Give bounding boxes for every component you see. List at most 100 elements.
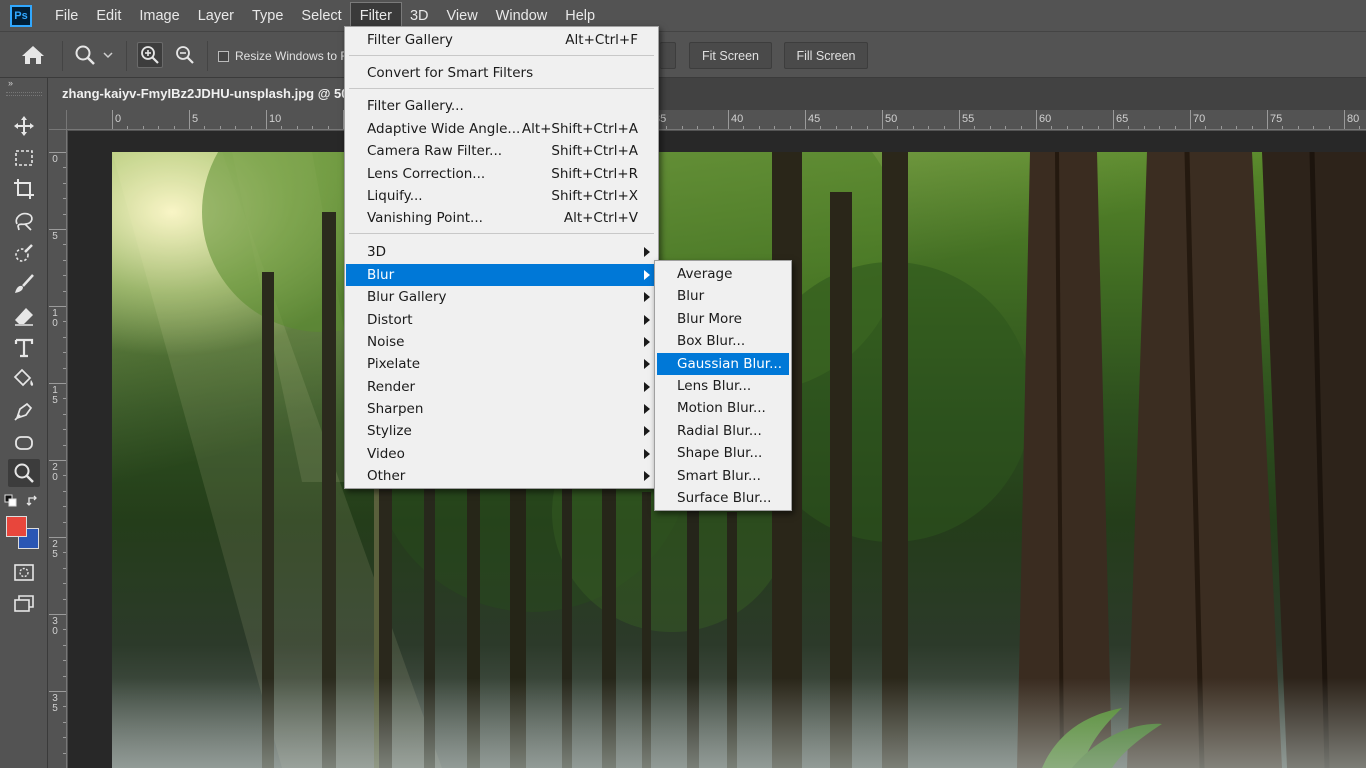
blur-submenu-item-surface-blur[interactable]: Surface Blur... [657,487,789,509]
paint-bucket-tool-icon[interactable] [8,365,40,393]
blur-submenu-item-blur[interactable]: Blur [657,285,789,307]
default-colors-icon[interactable] [2,492,20,510]
filter-menu-item-distort[interactable]: Distort [346,309,657,331]
brush-tool-icon[interactable] [8,270,40,298]
blur-submenu-item-gaussian-blur[interactable]: Gaussian Blur... [657,352,789,375]
submenu-arrow-icon [644,382,650,392]
panel-grip[interactable] [6,92,42,96]
filter-menu-item-other[interactable]: Other [346,465,657,487]
crop-tool-icon[interactable] [8,175,40,203]
filter-menu-item-camera-raw-filter[interactable]: Camera Raw Filter... Shift+Ctrl+A [346,140,657,162]
blur-submenu-item-motion-blur[interactable]: Motion Blur... [657,397,789,419]
filter-menu-item-filter-gallery[interactable]: Filter Gallery... [346,95,657,117]
submenu-arrow-icon [644,471,650,481]
ruler-tick [63,321,66,323]
ruler-tick [49,306,66,307]
blur-submenu-item-smart-blur[interactable]: Smart Blur... [657,465,789,487]
ruler-tick [866,126,868,129]
filter-menu-item-convert-for-smart-filters[interactable]: Convert for Smart Filters [346,62,657,84]
lasso-tool-icon[interactable] [8,207,40,235]
filter-menu-item-liquify[interactable]: Liquify... Shift+Ctrl+X [346,185,657,207]
ruler-tick [974,126,976,129]
menu-view[interactable]: View [438,3,487,29]
filter-menu-item-3d[interactable]: 3D [346,241,657,263]
filter-menu-item-noise[interactable]: Noise [346,331,657,353]
ruler-origin[interactable] [49,110,67,130]
menu-edit[interactable]: Edit [87,3,130,29]
blur-submenu-item-radial-blur[interactable]: Radial Blur... [657,420,789,442]
foreground-color-swatch[interactable] [6,516,27,537]
filter-menu-item-lens-correction[interactable]: Lens Correction... Shift+Ctrl+R [346,163,657,185]
zoom-out-icon[interactable] [172,42,198,68]
horizontal-ruler[interactable]: 05101520253035404550556065707580 [67,110,1366,130]
filter-menu-item-pixelate[interactable]: Pixelate [346,353,657,375]
chevron-down-icon[interactable] [100,42,116,68]
filter-menu-item-render[interactable]: Render [346,376,657,398]
swap-colors-icon[interactable] [24,492,42,510]
menu-image[interactable]: Image [130,3,188,29]
options-bar: Resize Windows to Fit Fit Screen Fill Sc… [0,31,1366,78]
marquee-tool-icon[interactable] [8,144,40,172]
ruler-tick [1128,126,1130,129]
vertical-ruler[interactable]: 0 5 10 15 20 25 30 35 [49,130,67,768]
filter-menu-item-blur-gallery[interactable]: Blur Gallery [346,286,657,308]
menu-select[interactable]: Select [292,3,350,29]
blur-submenu-item-lens-blur[interactable]: Lens Blur... [657,375,789,397]
menu-file[interactable]: File [46,3,87,29]
menu-3d[interactable]: 3D [401,3,438,29]
filter-menu: Filter Gallery Alt+Ctrl+F Convert for Smar… [344,26,659,489]
ruler-tick [805,110,806,129]
menu-item-shortcut: Shift+Ctrl+R [551,166,638,182]
blur-submenu-item-blur-more[interactable]: Blur More [657,308,789,330]
filter-menu-item-blur[interactable]: Blur [346,264,657,286]
menu-item-shortcut: Alt+Ctrl+F [565,32,638,48]
pen-tool-icon[interactable] [8,397,40,425]
move-tool-icon[interactable] [8,112,40,140]
ruler-label: 20 [52,462,58,483]
separator [207,41,208,71]
quick-mask-icon[interactable] [8,559,40,587]
quick-selection-tool-icon[interactable] [8,239,40,267]
blur-submenu-item-average[interactable]: Average [657,263,789,285]
zoom-in-icon[interactable] [137,42,163,68]
ruler-tick [882,110,883,129]
submenu-arrow-icon [644,404,650,414]
zoom-tool-icon[interactable] [8,459,40,487]
ruler-tick [666,126,668,129]
screen-mode-icon[interactable] [8,590,40,618]
home-icon[interactable] [20,44,46,66]
ruler-tick [1359,126,1361,129]
filter-menu-item-sharpen[interactable]: Sharpen [346,398,657,420]
collapse-panel-icon[interactable]: ›› [8,78,13,88]
filter-menu-item-adaptive-wide-angle[interactable]: Adaptive Wide Angle... Alt+Shift+Ctrl+A [346,118,657,140]
fit-screen-button[interactable]: Fit Screen [689,42,772,69]
menu-layer[interactable]: Layer [189,3,243,29]
ruler-label: 60 [1039,113,1052,125]
document-tab[interactable]: zhang-kaiyv-FmyIBz2JDHU-unsplash.jpg @ 5… [49,78,349,110]
filter-menu-item-stylize[interactable]: Stylize [346,420,657,442]
menu-window[interactable]: Window [487,3,557,29]
ruler-tick [296,126,298,129]
menu-type[interactable]: Type [243,3,292,29]
ruler-tick [63,413,66,415]
filter-menu-item-video[interactable]: Video [346,443,657,465]
ruler-tick [63,398,66,400]
menu-help[interactable]: Help [556,3,604,29]
ruler-tick [789,126,791,129]
type-tool-icon[interactable] [8,334,40,362]
filter-menu-item-vanishing-point[interactable]: Vanishing Point... Alt+Ctrl+V [346,207,657,229]
photoshop-logo[interactable]: Ps [10,4,32,27]
zoom-tool-preset-icon[interactable] [72,42,98,68]
menu-filter[interactable]: Filter [349,1,402,30]
submenu-arrow-icon [644,337,650,347]
shape-tool-icon[interactable] [8,429,40,457]
eraser-tool-icon[interactable] [8,302,40,330]
blur-submenu-item-box-blur[interactable]: Box Blur... [657,330,789,352]
ruler-tick [63,490,66,492]
blur-submenu-item-shape-blur[interactable]: Shape Blur... [657,442,789,464]
submenu-arrow-icon [644,270,650,280]
filter-menu-item-filter-gallery[interactable]: Filter Gallery Alt+Ctrl+F [346,29,657,51]
fill-screen-button[interactable]: Fill Screen [784,42,868,69]
ruler-label: 55 [962,113,975,125]
resize-windows-checkbox[interactable] [218,51,229,62]
